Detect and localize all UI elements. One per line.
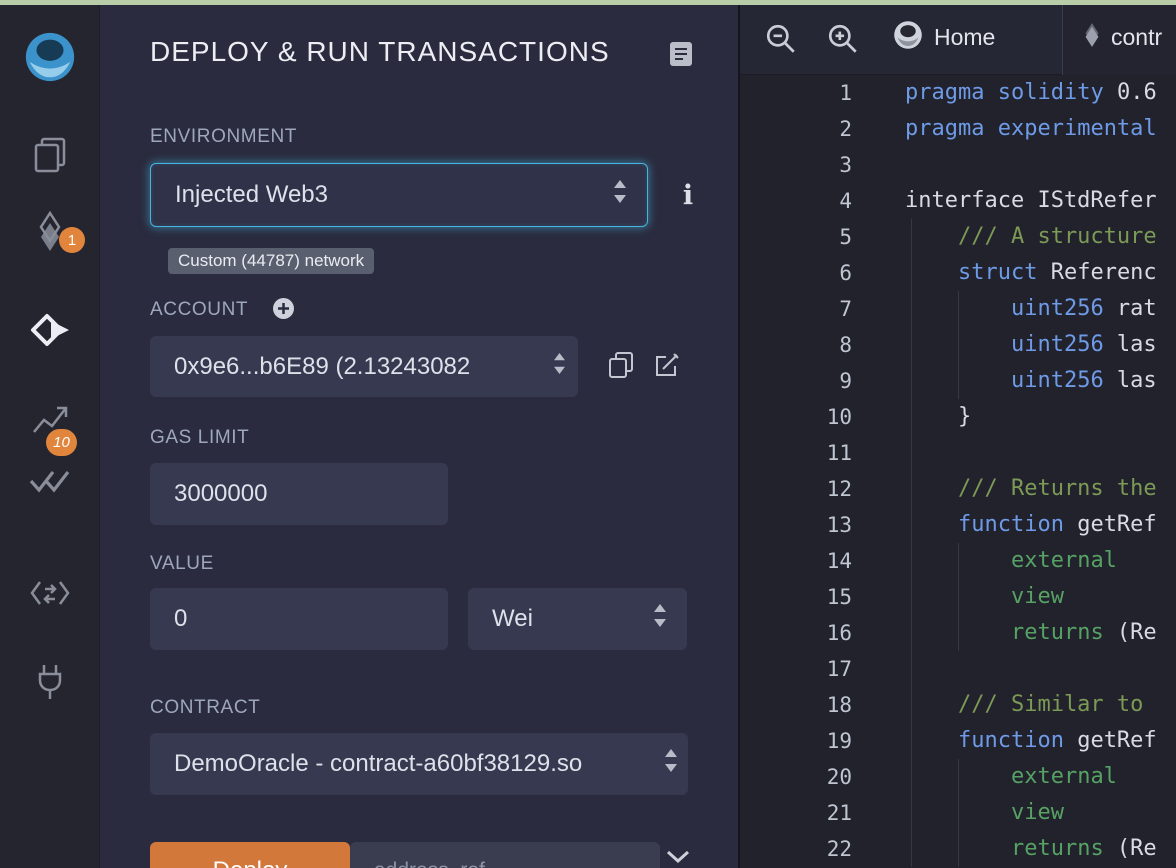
code-line: 13 function getRef xyxy=(740,507,1176,543)
line-number: 8 xyxy=(839,333,852,357)
contract-label: CONTRACT xyxy=(150,697,261,718)
deploy-run-panel: DEPLOY & RUN TRANSACTIONS ENVIRONMENT In… xyxy=(100,0,740,868)
copy-account-icon[interactable] xyxy=(608,351,634,384)
line-number: 4 xyxy=(839,189,852,213)
line-number: 22 xyxy=(826,837,852,861)
contract-select[interactable]: DemoOracle - contract-a60bf38129.so xyxy=(150,733,688,795)
tab-home-label: Home xyxy=(934,24,996,50)
code-line: 6 struct Referenc xyxy=(740,255,1176,291)
chevron-updown-icon xyxy=(553,352,566,381)
line-number: 6 xyxy=(839,261,852,285)
code-line: 12 /// Returns the xyxy=(740,471,1176,507)
environment-info-icon[interactable]: i xyxy=(678,180,698,211)
code-line: 1 pragma solidity 0.6 xyxy=(740,75,1176,111)
expand-args-chevron-icon[interactable] xyxy=(666,850,690,868)
line-number: 19 xyxy=(826,729,852,753)
plugin-manager-icon[interactable] xyxy=(27,659,73,705)
gas-limit-label: GAS LIMIT xyxy=(150,427,250,448)
environment-select[interactable]: Injected Web3 xyxy=(150,163,648,227)
code-line: 10 } xyxy=(740,399,1176,435)
panel-title: DEPLOY & RUN TRANSACTIONS xyxy=(150,36,610,67)
environment-value: Injected Web3 xyxy=(175,181,328,208)
debugger-icon[interactable] xyxy=(27,570,73,616)
file-explorer-icon[interactable] xyxy=(27,132,73,178)
line-number: 2 xyxy=(839,117,852,141)
code-line: 11 xyxy=(740,435,1176,471)
code-lines: 1 pragma solidity 0.6 2 pragma experimental… xyxy=(740,75,1176,867)
line-number: 7 xyxy=(839,297,852,321)
remix-ide: 1 10 DEPLOY & RUN TRANSACTIONS ENVIRONME… xyxy=(0,0,1176,868)
panel-doc-icon[interactable] xyxy=(668,40,694,73)
add-account-icon[interactable] xyxy=(272,297,295,325)
line-number: 17 xyxy=(826,657,852,681)
contract-value: DemoOracle - contract-a60bf38129.so xyxy=(174,750,583,777)
account-select[interactable]: 0x9e6...b6E89 (2.13243082 xyxy=(150,336,578,397)
line-number: 5 xyxy=(839,225,852,249)
indent-guide xyxy=(958,759,959,867)
gas-limit-input[interactable] xyxy=(150,463,448,525)
remix-home-icon xyxy=(892,19,924,57)
line-number: 15 xyxy=(826,585,852,609)
network-badge: Custom (44787) network xyxy=(168,248,375,274)
value-unit-select[interactable]: Wei xyxy=(468,588,687,650)
line-number: 13 xyxy=(826,513,852,537)
value-input[interactable] xyxy=(150,588,448,650)
code-line: 3 xyxy=(740,147,1176,183)
code-line: 18 /// Similar to xyxy=(740,687,1176,723)
constructor-args-input[interactable] xyxy=(350,842,660,868)
line-number: 12 xyxy=(826,477,852,501)
code-line: 4 interface IStdRefer xyxy=(740,183,1176,219)
line-number: 16 xyxy=(826,621,852,645)
code-line: 19 function getRef xyxy=(740,723,1176,759)
chevron-updown-icon xyxy=(664,749,678,779)
chevron-updown-icon xyxy=(613,180,627,210)
indent-guide xyxy=(958,543,959,651)
zoom-out-icon[interactable] xyxy=(764,22,798,56)
line-number: 3 xyxy=(839,153,852,177)
line-number: 10 xyxy=(826,405,852,429)
tab-contract-label: contr xyxy=(1111,24,1163,50)
value-label: VALUE xyxy=(150,553,214,574)
tab-contract[interactable]: contr xyxy=(1063,0,1176,75)
line-number: 18 xyxy=(826,693,852,717)
line-number: 21 xyxy=(826,801,852,825)
code-line: 5 /// A structure xyxy=(740,219,1176,255)
code-line: 2 pragma experimental xyxy=(740,111,1176,147)
icon-sidebar: 1 10 xyxy=(0,0,100,868)
solidity-file-icon xyxy=(1081,21,1103,55)
line-number: 20 xyxy=(826,765,852,789)
top-window-strip xyxy=(0,0,1176,5)
line-number: 9 xyxy=(839,369,852,393)
deploy-button[interactable]: Deploy xyxy=(150,842,350,868)
account-label: ACCOUNT xyxy=(150,299,249,320)
testing-icon[interactable] xyxy=(27,456,73,502)
chevron-updown-icon xyxy=(653,604,667,634)
line-number: 14 xyxy=(826,549,852,573)
value-unit: Wei xyxy=(492,605,533,632)
line-number: 1 xyxy=(839,81,852,105)
tab-home[interactable]: Home xyxy=(892,0,1062,75)
edit-account-icon[interactable] xyxy=(653,351,681,384)
indent-guide xyxy=(911,219,912,867)
account-value: 0x9e6...b6E89 (2.13243082 xyxy=(174,352,471,380)
code-area[interactable]: 1 pragma solidity 0.6 2 pragma experimental… xyxy=(740,75,1176,868)
remix-logo-icon xyxy=(22,29,78,85)
analysis-badge: 10 xyxy=(46,429,77,456)
zoom-in-icon[interactable] xyxy=(826,22,860,56)
compiler-badge: 1 xyxy=(59,227,85,253)
line-number: 11 xyxy=(826,441,852,465)
code-line: 17 xyxy=(740,651,1176,687)
deploy-run-icon[interactable] xyxy=(27,307,73,353)
editor-tabbar: Home contr xyxy=(740,0,1176,75)
environment-label: ENVIRONMENT xyxy=(150,126,297,147)
indent-guide xyxy=(958,291,959,399)
code-editor: Home contr 1 pragma solidity 0.6 2 pragma e… xyxy=(740,0,1176,868)
